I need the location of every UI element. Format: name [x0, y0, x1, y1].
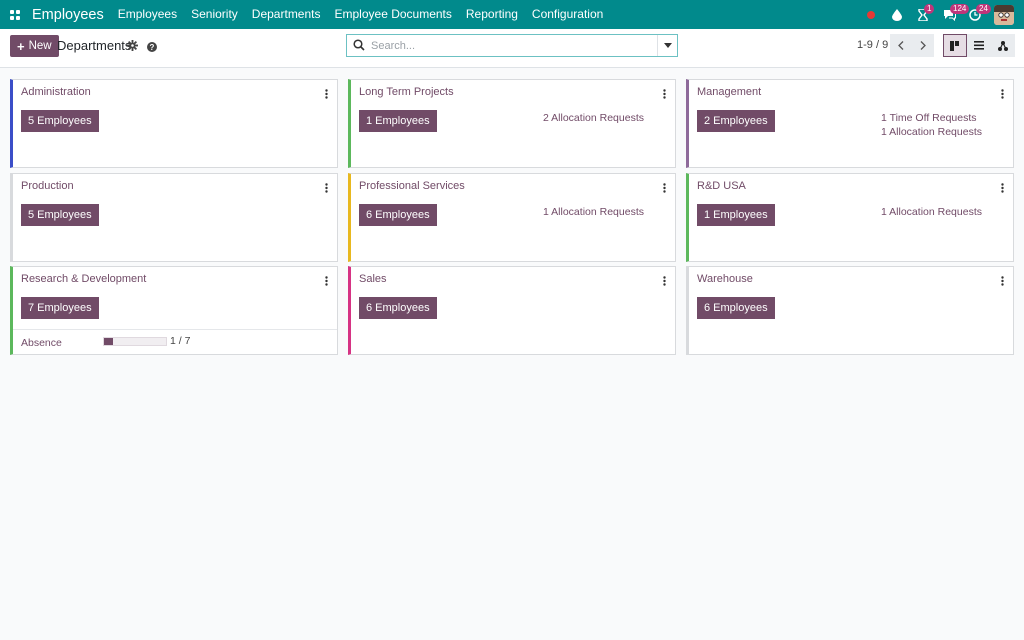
- department-card-professional-services[interactable]: Professional Services 6 Employees 1 Allo…: [348, 173, 676, 262]
- clock-badge: 24: [976, 4, 991, 14]
- department-name[interactable]: Sales: [359, 273, 387, 285]
- apps-menu-icon[interactable]: [0, 0, 30, 29]
- pager-previous-button[interactable]: [890, 34, 912, 57]
- allocation-requests-link[interactable]: 2 Allocation Requests: [543, 111, 644, 125]
- hierarchy-icon: [998, 40, 1008, 51]
- menu-employee-documents[interactable]: Employee Documents: [328, 0, 459, 29]
- department-card-rd-usa[interactable]: R&D USA 1 Employees 1 Allocation Request…: [686, 173, 1014, 262]
- absence-progress-fill: [104, 338, 113, 345]
- clock-icon[interactable]: 24: [962, 0, 991, 29]
- department-card-production[interactable]: Production 5 Employees: [10, 173, 338, 262]
- department-card-long-term-projects[interactable]: Long Term Projects 1 Employees 2 Allocat…: [348, 79, 676, 168]
- kebab-menu-icon[interactable]: [325, 87, 328, 102]
- drop-icon[interactable]: [884, 0, 910, 29]
- menu-departments[interactable]: Departments: [245, 0, 328, 29]
- department-name[interactable]: Management: [697, 86, 761, 98]
- kebab-menu-icon[interactable]: [663, 181, 666, 196]
- top-navbar: Employees Employees Seniority Department…: [0, 0, 1024, 29]
- list-icon: [974, 41, 984, 50]
- department-name[interactable]: Long Term Projects: [359, 86, 454, 98]
- kebab-menu-icon[interactable]: [1001, 87, 1004, 102]
- employees-button[interactable]: 1 Employees: [697, 204, 775, 226]
- new-button[interactable]: + New: [10, 35, 59, 57]
- messages-icon[interactable]: 124: [936, 0, 970, 29]
- help-icon[interactable]: ?: [147, 40, 157, 55]
- department-name[interactable]: Professional Services: [359, 180, 465, 192]
- allocation-requests-link[interactable]: 1 Allocation Requests: [543, 205, 644, 219]
- hierarchy-view-button[interactable]: [991, 34, 1015, 57]
- page-title: Departments: [57, 38, 132, 53]
- request-list: 2 Allocation Requests: [543, 111, 644, 125]
- employees-button[interactable]: 6 Employees: [697, 297, 775, 319]
- search-input[interactable]: [371, 37, 651, 54]
- kebab-menu-icon[interactable]: [1001, 181, 1004, 196]
- department-name[interactable]: Production: [21, 180, 74, 192]
- app-brand[interactable]: Employees: [30, 7, 111, 23]
- gear-icon[interactable]: [127, 39, 138, 54]
- pager-next-button[interactable]: [912, 34, 934, 57]
- request-list: 1 Allocation Requests: [881, 205, 982, 219]
- department-name[interactable]: Warehouse: [697, 273, 753, 285]
- absence-progress-text: 1 / 7: [170, 335, 191, 347]
- control-panel: + New Departments ? 1-9 / 9: [0, 29, 1024, 68]
- search-options-toggle[interactable]: [657, 35, 677, 56]
- employees-button[interactable]: 6 Employees: [359, 204, 437, 226]
- department-name[interactable]: Research & Development: [21, 273, 146, 285]
- employees-button[interactable]: 6 Employees: [359, 297, 437, 319]
- department-card-administration[interactable]: Administration 5 Employees: [10, 79, 338, 168]
- kebab-menu-icon[interactable]: [325, 181, 328, 196]
- department-card-management[interactable]: Management 2 Employees 1 Time Off Reques…: [686, 79, 1014, 168]
- absence-footer: Absence 1 / 7: [13, 329, 337, 354]
- allocation-requests-link[interactable]: 1 Allocation Requests: [881, 125, 982, 139]
- department-card-research-development[interactable]: Research & Development 7 Employees Absen…: [10, 266, 338, 355]
- recording-icon[interactable]: [858, 0, 884, 29]
- list-view-button[interactable]: [967, 34, 991, 57]
- user-avatar[interactable]: [994, 4, 1014, 25]
- pager-value[interactable]: 1-9 / 9: [857, 39, 888, 51]
- kebab-menu-icon[interactable]: [1001, 274, 1004, 289]
- employees-button[interactable]: 1 Employees: [359, 110, 437, 132]
- plus-icon: +: [17, 38, 25, 54]
- kanban-view-button[interactable]: [943, 34, 967, 57]
- request-list: 1 Time Off Requests 1 Allocation Request…: [881, 111, 982, 139]
- department-name[interactable]: Administration: [21, 86, 91, 98]
- request-list: 1 Allocation Requests: [543, 205, 644, 219]
- kanban-icon: [950, 40, 959, 51]
- menu-reporting[interactable]: Reporting: [459, 0, 525, 29]
- employees-button[interactable]: 7 Employees: [21, 297, 99, 319]
- menu-seniority[interactable]: Seniority: [184, 0, 245, 29]
- employees-button[interactable]: 2 Employees: [697, 110, 775, 132]
- kebab-menu-icon[interactable]: [663, 87, 666, 102]
- svg-text:?: ?: [150, 43, 155, 52]
- department-card-sales[interactable]: Sales 6 Employees: [348, 266, 676, 355]
- department-card-warehouse[interactable]: Warehouse 6 Employees: [686, 266, 1014, 355]
- activity-hourglass-icon[interactable]: 1: [910, 0, 936, 29]
- activity-badge: 1: [924, 4, 935, 14]
- kebab-menu-icon[interactable]: [663, 274, 666, 289]
- menu-employees[interactable]: Employees: [111, 0, 184, 29]
- new-button-label: New: [28, 40, 52, 52]
- employees-button[interactable]: 5 Employees: [21, 110, 99, 132]
- employees-button[interactable]: 5 Employees: [21, 204, 99, 226]
- allocation-requests-link[interactable]: 1 Allocation Requests: [881, 205, 982, 219]
- search-bar[interactable]: [346, 34, 678, 57]
- absence-label[interactable]: Absence: [21, 337, 62, 349]
- absence-progress-bar: [103, 337, 167, 346]
- menu-configuration[interactable]: Configuration: [525, 0, 610, 29]
- time-off-requests-link[interactable]: 1 Time Off Requests: [881, 111, 982, 125]
- kebab-menu-icon[interactable]: [325, 274, 328, 289]
- search-icon: [353, 39, 365, 54]
- department-name[interactable]: R&D USA: [697, 180, 746, 192]
